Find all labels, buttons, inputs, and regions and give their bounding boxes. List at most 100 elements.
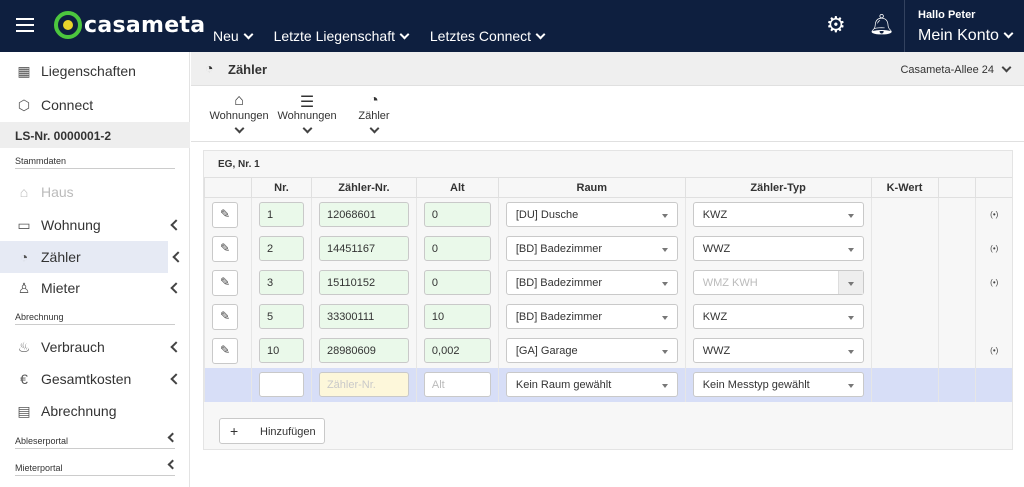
sidebar-item-wohnung[interactable]: ▭ Wohnung <box>0 209 190 241</box>
chevron-left-icon <box>167 432 178 443</box>
typ-select[interactable]: WWZ <box>692 338 864 363</box>
table-row: ✎ 5 33300111 10 [BD] Badezimmer KWZ <box>204 299 1012 334</box>
meter-icon: ◔ <box>205 60 214 76</box>
chevron-left-icon[interactable] <box>172 251 184 263</box>
nav-letzte-liegenschaft[interactable]: Letzte Liegenschaft <box>274 28 410 44</box>
typ-select[interactable]: WWZ <box>692 236 864 261</box>
plus-icon: + <box>230 423 239 439</box>
sidebar-item-zaehler[interactable]: ◔ Zähler <box>0 241 168 273</box>
chevron-down-icon <box>1003 28 1014 39</box>
new-alt-input[interactable]: Alt <box>423 372 491 397</box>
flame-icon: ♨ <box>17 339 31 355</box>
sidebar-item-abrechnung[interactable]: ▤ Abrechnung <box>0 395 190 427</box>
gear-icon[interactable]: ⚙ <box>826 14 846 36</box>
zaehler-nr-input[interactable]: 14451167 <box>318 236 409 261</box>
account-menu[interactable]: Mein Konto <box>918 27 1014 45</box>
wireless-signal-icon: (•) <box>990 346 999 355</box>
toolbar-zaehler[interactable]: ◔ Zähler <box>342 92 406 135</box>
toolbar-wohnungen-list[interactable]: ☰ Wohnungen <box>275 92 339 135</box>
new-raum-select[interactable]: Kein Raum gewählt <box>505 372 678 397</box>
buildings-icon: ▦ <box>17 63 31 79</box>
chevron-left-icon <box>167 459 178 470</box>
zaehler-nr-input[interactable]: 15110152 <box>318 270 409 295</box>
top-nav: Neu Letzte Liegenschaft Letztes Connect <box>213 28 562 44</box>
section-abrechnung: Abrechnung <box>15 312 175 325</box>
zaehler-nr-input[interactable]: 33300111 <box>318 304 409 329</box>
raum-select[interactable]: [BD] Badezimmer <box>505 304 678 329</box>
logo-icon[interactable] <box>54 11 82 39</box>
edit-icon[interactable]: ✎ <box>212 201 238 228</box>
col-zaehler-typ: Zähler-Typ <box>684 177 872 198</box>
table-row: ✎ 2 14451167 0 [BD] Badezimmer WWZ (•) <box>204 231 1012 266</box>
house-icon: ⌂ <box>19 184 29 200</box>
zaehler-nr-input[interactable]: 12068601 <box>318 202 409 228</box>
raum-select[interactable]: [BD] Badezimmer <box>505 236 678 261</box>
raum-select[interactable]: [GA] Garage <box>505 338 678 363</box>
edit-icon[interactable]: ✎ <box>212 269 238 296</box>
meter-panel: EG, Nr. 1 Nr. Zähler-Nr. Alt Raum Zähler… <box>203 150 1013 450</box>
person-icon: ♙ <box>17 280 31 296</box>
wireless-signal-icon: (•) <box>990 210 999 220</box>
panel-title: EG, Nr. 1 <box>218 159 260 170</box>
hamburger-menu-icon[interactable] <box>16 18 34 32</box>
new-nr-input[interactable] <box>258 372 304 397</box>
chevron-down-icon <box>234 123 244 134</box>
table-row: ✎ 10 28980609 0,002 [GA] Garage WWZ (•) <box>204 333 1012 368</box>
nav-letztes-connect[interactable]: Letztes Connect <box>430 28 546 44</box>
alt-input[interactable]: 0 <box>423 270 491 295</box>
sidebar-item-mieter[interactable]: ♙ Mieter <box>0 272 190 304</box>
nr-input[interactable]: 5 <box>258 304 304 329</box>
typ-select[interactable]: KWZ <box>692 304 864 329</box>
list-icon: ☰ <box>299 94 315 111</box>
alt-input[interactable]: 0 <box>423 236 491 261</box>
nr-input[interactable]: 10 <box>258 338 304 363</box>
new-typ-select[interactable]: Kein Messtyp gewählt <box>692 372 864 397</box>
raum-select[interactable]: [DU] Dusche <box>505 202 678 228</box>
greeting: Hallo Peter <box>918 9 976 21</box>
sidebar-item-connect[interactable]: ⬡ Connect <box>0 89 190 121</box>
edit-icon[interactable]: ✎ <box>212 303 238 330</box>
alt-input[interactable]: 0,002 <box>423 338 491 363</box>
section-ableserportal[interactable]: Ableserportal <box>15 432 178 449</box>
col-signal <box>975 177 1012 198</box>
sidebar-item-gesamtkosten[interactable]: € Gesamtkosten <box>0 363 190 395</box>
euro-icon: € <box>20 371 28 387</box>
nr-input[interactable]: 1 <box>258 202 304 228</box>
chevron-left-icon <box>170 373 182 385</box>
col-extra <box>937 177 976 198</box>
logo-text[interactable]: casameta <box>84 13 205 38</box>
sidebar-item-liegenschaften[interactable]: ▦ Liegenschaften <box>0 55 190 87</box>
chevron-down-icon[interactable] <box>1001 62 1012 73</box>
divider <box>191 141 1024 142</box>
alt-input[interactable]: 0 <box>423 202 491 228</box>
bell-icon[interactable]: 🔔︎ <box>869 15 894 35</box>
nr-input[interactable]: 3 <box>258 270 304 295</box>
zaehler-nr-input[interactable]: 28980609 <box>318 338 409 363</box>
divider <box>904 0 905 52</box>
section-mieterportal[interactable]: Mieterportal <box>15 459 178 476</box>
wireless-signal-icon: (•) <box>990 278 999 287</box>
meter-table: Nr. Zähler-Nr. Alt Raum Zähler-Typ K-Wer… <box>204 177 1012 402</box>
new-zaehler-nr-input[interactable]: Zähler-Nr. <box>318 372 409 397</box>
raum-select[interactable]: [BD] Badezimmer <box>505 270 678 295</box>
table-row: ✎ 3 15110152 0 [BD] Badezimmer WMZ KWH (… <box>204 265 1012 300</box>
edit-icon[interactable]: ✎ <box>212 235 238 262</box>
page-title: Zähler <box>228 62 268 77</box>
address-selector[interactable]: Casameta-Allee 24 <box>900 64 994 76</box>
main-content: ◔ Zähler Casameta-Allee 24 ⌂ Wohnungen ☰… <box>191 52 1024 487</box>
edit-icon[interactable]: ✎ <box>212 337 238 364</box>
typ-select[interactable]: KWZ <box>692 202 864 228</box>
sidebar-item-verbrauch[interactable]: ♨ Verbrauch <box>0 331 190 363</box>
toolbar-wohnungen-house[interactable]: ⌂ Wohnungen <box>207 92 271 135</box>
nav-neu[interactable]: Neu <box>213 28 254 44</box>
table-row: ✎ 1 12068601 0 [DU] Dusche KWZ (•) <box>204 197 1012 232</box>
col-alt: Alt <box>415 177 499 198</box>
section-stammdaten: Stammdaten <box>15 156 175 169</box>
alt-input[interactable]: 10 <box>423 304 491 329</box>
wireless-signal-icon: (•) <box>990 244 999 253</box>
nr-input[interactable]: 2 <box>258 236 304 261</box>
col-raum: Raum <box>497 177 686 198</box>
chevron-left-icon <box>170 219 182 231</box>
chevron-left-icon <box>170 282 182 294</box>
add-button[interactable]: + Hinzufügen <box>219 418 325 444</box>
